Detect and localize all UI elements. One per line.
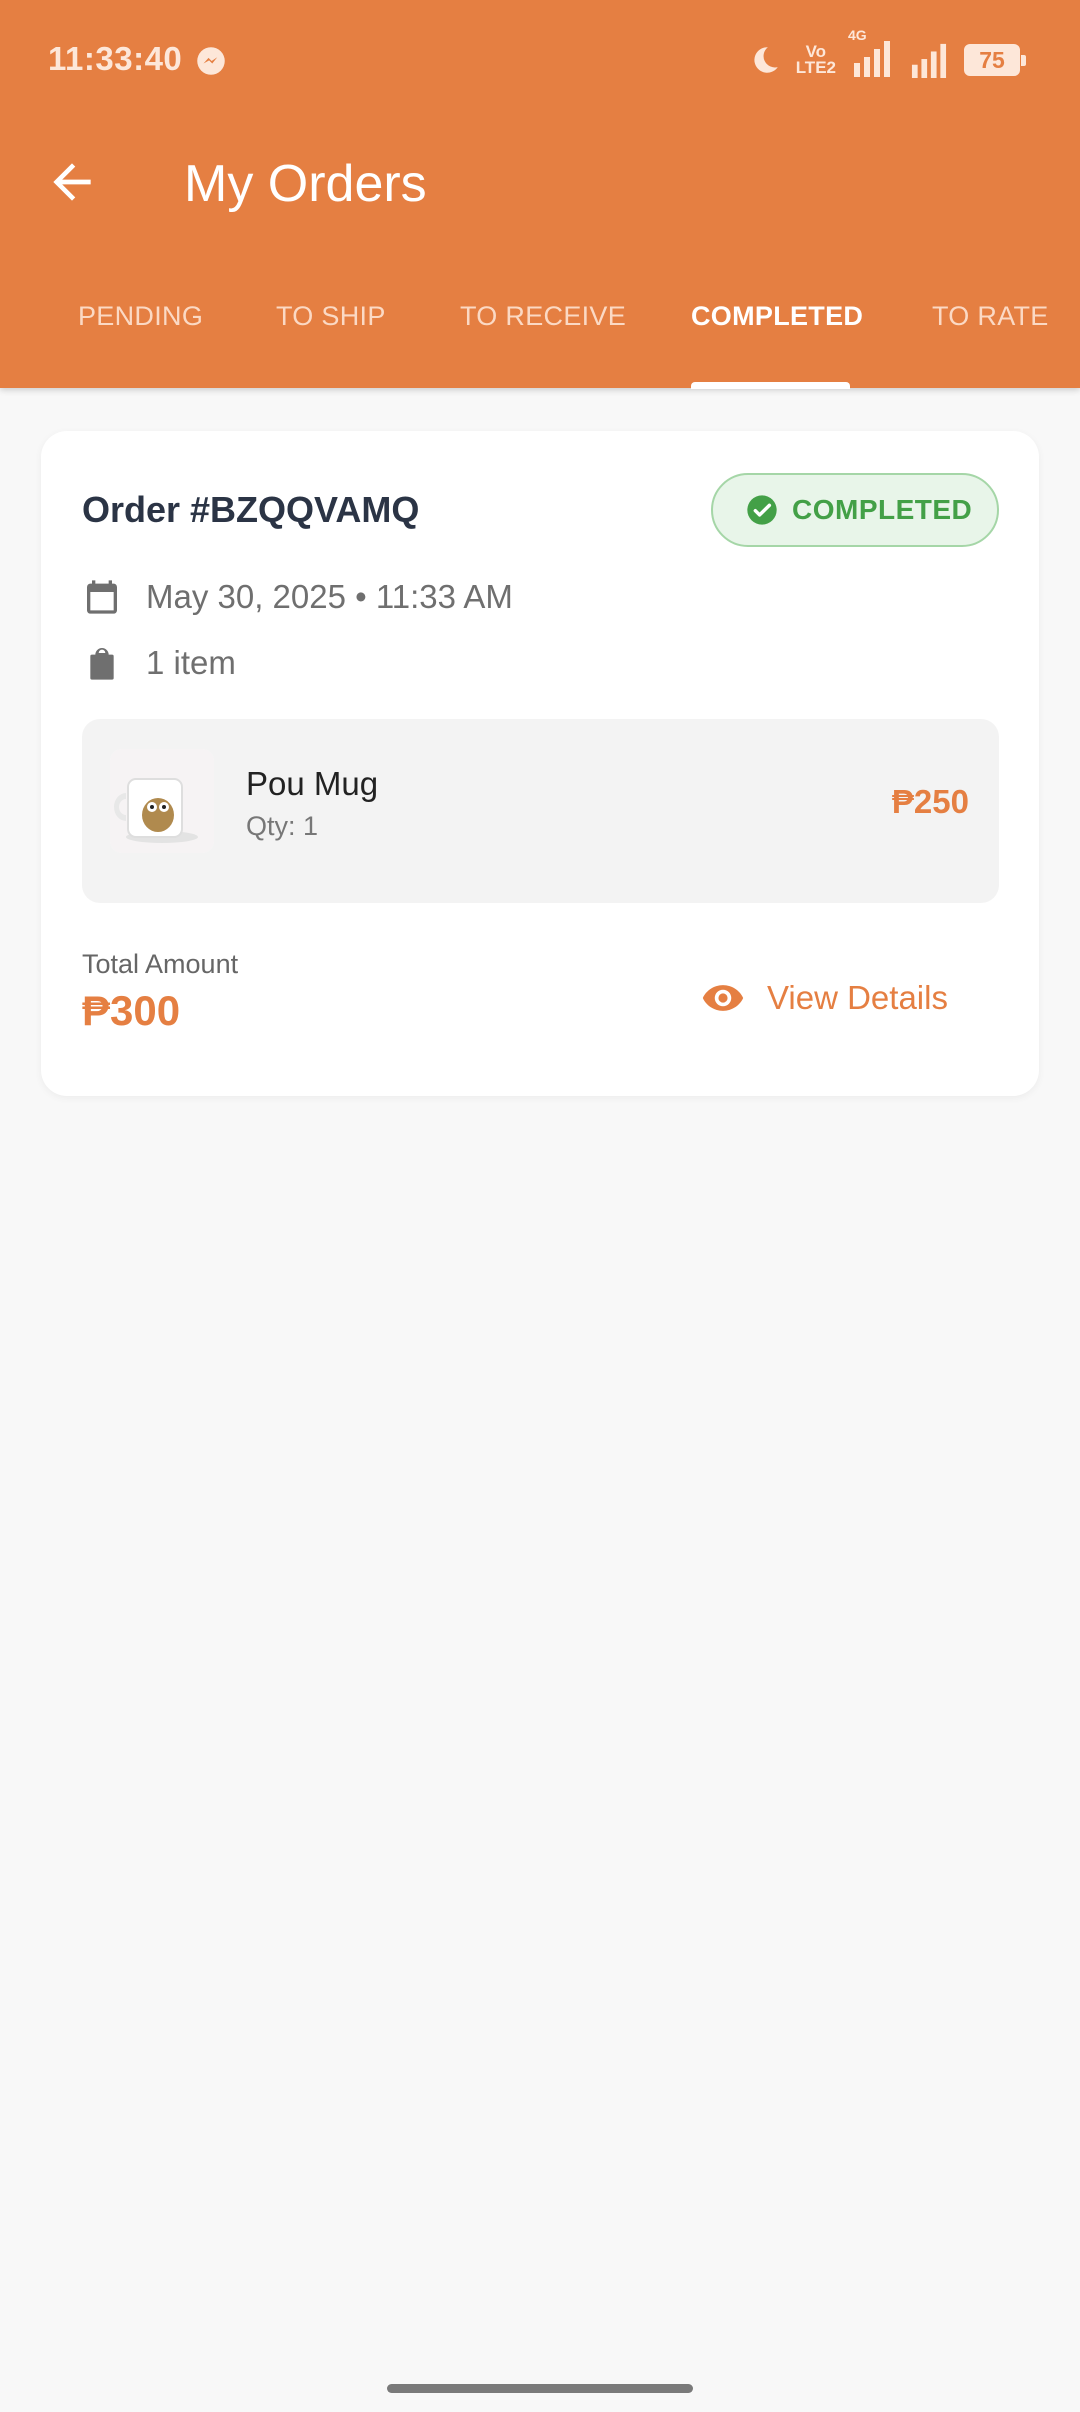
status-label: COMPLETED [792, 494, 973, 525]
order-id: Order #BZQQVAMQ [82, 489, 420, 530]
messenger-icon [197, 47, 225, 75]
app-header: 11:33:40 Vo LTE2 4G 75 My Orders PENDING… [0, 0, 1080, 389]
status-time: 11:33:40 [48, 40, 183, 77]
shopping-bag-icon [90, 648, 114, 680]
calendar-icon [87, 580, 117, 614]
product-image [110, 749, 214, 853]
signal-icon [911, 43, 947, 78]
tab-completed[interactable]: COMPLETED [691, 290, 863, 388]
mug-icon [110, 749, 214, 853]
total-amount: ₱300 [82, 987, 181, 1034]
status-icons: Vo LTE2 4G 75 [748, 27, 1026, 82]
tab-to-rate[interactable]: TO RATE [932, 290, 1049, 388]
order-item[interactable]: Pou Mug Qty: 1 ₱250 [82, 719, 999, 903]
volte-indicator: Vo LTE2 [795, 42, 836, 77]
order-tabs: PENDING TO SHIP TO RECEIVE COMPLETED TO … [0, 290, 1080, 389]
eye-icon [702, 985, 744, 1011]
check-circle-icon [747, 495, 777, 525]
order-date: May 30, 2025 • 11:33 AM [146, 578, 513, 615]
moon-icon [754, 47, 778, 73]
signal-4g-icon: 4G [848, 27, 894, 82]
page-title: My Orders [184, 155, 427, 213]
view-details-label: View Details [767, 979, 948, 1016]
product-name: Pou Mug [246, 765, 379, 802]
item-count: 1 item [146, 644, 236, 681]
active-tab-indicator [691, 382, 850, 389]
product-qty: Qty: 1 [246, 811, 319, 841]
battery-icon: 75 [964, 44, 1026, 76]
order-date-row: May 30, 2025 • 11:33 AM [82, 577, 513, 617]
view-details-button[interactable]: View Details [701, 971, 948, 1025]
item-count-row: 1 item [82, 643, 236, 683]
tab-to-ship[interactable]: TO SHIP [276, 290, 386, 388]
total-label: Total Amount [82, 949, 239, 979]
tab-pending[interactable]: PENDING [78, 290, 203, 388]
arrow-left-icon[interactable] [44, 154, 100, 210]
home-indicator[interactable] [387, 2384, 693, 2393]
order-card[interactable]: Order #BZQQVAMQ COMPLETED May 30, 2025 •… [41, 431, 1039, 1096]
product-price: ₱250 [891, 783, 969, 820]
tab-to-receive[interactable]: TO RECEIVE [460, 290, 626, 388]
status-badge: COMPLETED [711, 473, 999, 547]
status-bar: 11:33:40 Vo LTE2 4G 75 [0, 0, 1080, 124]
